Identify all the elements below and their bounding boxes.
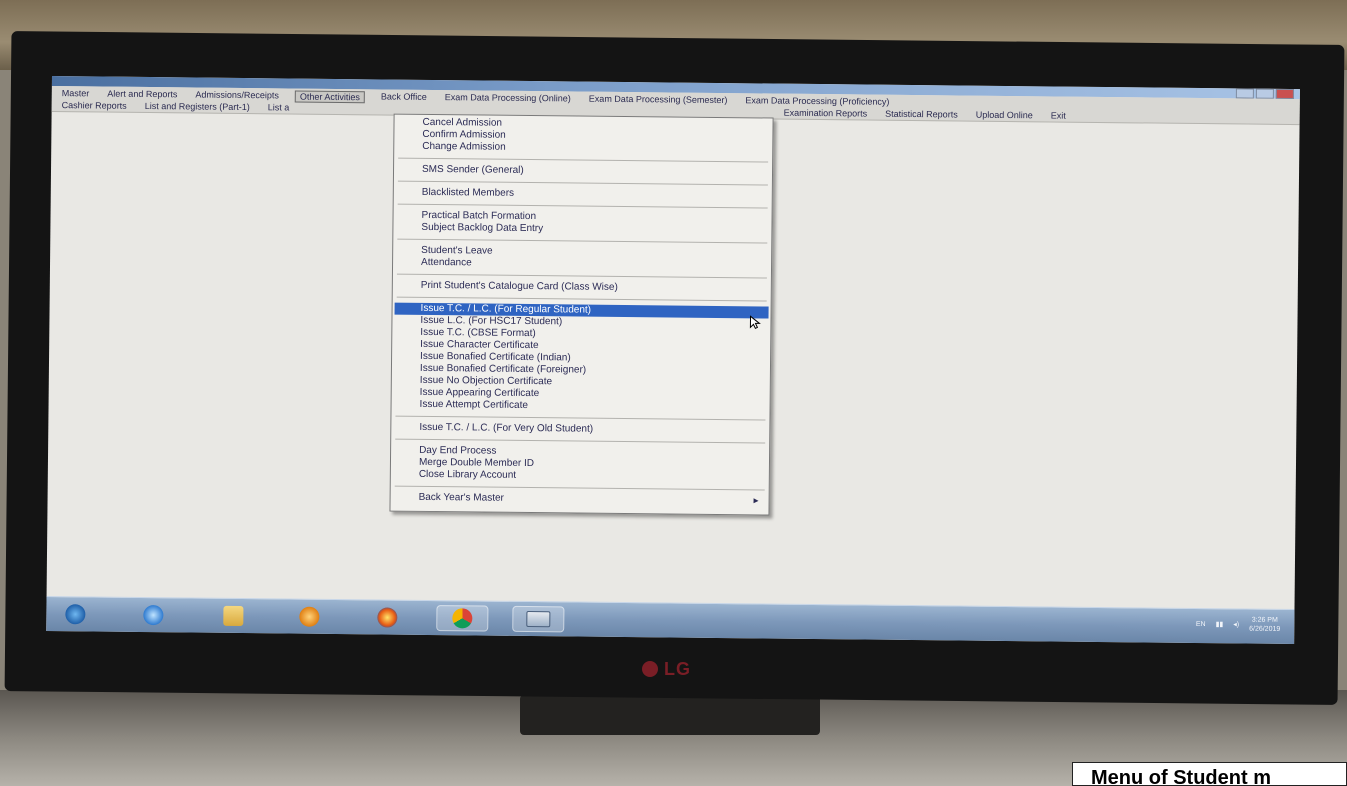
menu-upload-online[interactable]: Upload Online — [974, 110, 1035, 121]
window-controls — [1235, 88, 1294, 100]
brand-text: LG — [664, 658, 691, 679]
clock[interactable]: 3:26 PM 6/26/2019 — [1249, 616, 1280, 634]
folder-icon[interactable] — [218, 603, 248, 629]
back-years-master-label: Back Year's Master — [418, 491, 504, 504]
menu-cashier-reports[interactable]: Cashier Reports — [60, 100, 129, 111]
other-activities-dropdown: Cancel Admission Confirm Admission Chang… — [389, 113, 774, 516]
menu-back-office[interactable]: Back Office — [379, 91, 429, 104]
menu-list-registers[interactable]: List and Registers (Part-1) — [143, 101, 252, 112]
submenu-arrow-icon: ▸ — [753, 495, 759, 507]
menu-statistical-reports[interactable]: Statistical Reports — [883, 109, 960, 120]
menu-row-2: Cashier Reports List and Registers (Part… — [60, 100, 292, 112]
menu-row-2-right: Examination Reports Statistical Reports … — [782, 108, 1068, 121]
menu-exam-semester[interactable]: Exam Data Processing (Semester) — [587, 94, 730, 107]
system-tray: EN ▮▮ ◂) 3:26 PM 6/26/2019 — [1196, 615, 1281, 634]
menu-list-a[interactable]: List a — [266, 102, 292, 112]
volume-icon[interactable]: ◂) — [1233, 620, 1239, 628]
minimize-button[interactable] — [1235, 88, 1254, 99]
clock-time: 3:26 PM — [1251, 616, 1278, 624]
screen: Master Alert and Reports Admissions/Rece… — [46, 76, 1300, 645]
menu-item-back-years-master[interactable]: Back Year's Master ▸ — [393, 492, 767, 508]
menu-item-sms-sender[interactable]: SMS Sender (General) — [396, 164, 770, 180]
chrome-icon[interactable] — [436, 605, 489, 632]
start-orb-icon[interactable] — [60, 601, 90, 627]
mouse-cursor-icon — [749, 315, 761, 330]
menu-examination-reports[interactable]: Examination Reports — [782, 108, 870, 119]
menu-separator — [396, 273, 767, 279]
menu-item-subject-backlog[interactable]: Subject Backlog Data Entry — [395, 222, 769, 238]
image-caption: Menu of Student m — [1072, 762, 1347, 786]
maximize-button[interactable] — [1255, 88, 1274, 99]
monitor-brand-logo: LG — [642, 656, 722, 682]
menu-master[interactable]: Master — [60, 88, 92, 100]
menu-admissions-receipts[interactable]: Admissions/Receipts — [193, 89, 281, 102]
monitor-stand — [520, 695, 820, 735]
clock-date: 6/26/2019 — [1249, 625, 1281, 633]
close-button[interactable] — [1275, 88, 1294, 100]
menu-exam-proficiency[interactable]: Exam Data Processing (Proficiency) — [743, 95, 891, 109]
menu-item-change-admission[interactable]: Change Admission — [396, 141, 770, 157]
network-icon[interactable]: ▮▮ — [1216, 620, 1224, 628]
menu-other-activities[interactable]: Other Activities — [294, 90, 365, 104]
language-indicator[interactable]: EN — [1196, 621, 1206, 628]
menu-item-attempt-certificate[interactable]: Issue Attempt Certificate — [394, 399, 768, 415]
menu-item-issue-tc-old[interactable]: Issue T.C. / L.C. (For Very Old Student) — [393, 422, 767, 438]
menu-separator — [397, 238, 768, 244]
menu-separator — [395, 415, 766, 421]
menu-separator — [397, 180, 768, 186]
menu-alert-and-reports[interactable]: Alert and Reports — [105, 89, 179, 102]
menu-separator — [394, 485, 765, 491]
internet-explorer-icon[interactable] — [138, 602, 168, 628]
app-window-icon[interactable] — [512, 605, 565, 633]
menu-separator — [398, 157, 769, 163]
menu-item-blacklisted-members[interactable]: Blacklisted Members — [396, 187, 770, 203]
menu-item-close-library[interactable]: Close Library Account — [393, 469, 767, 485]
menu-separator — [397, 203, 768, 209]
menu-exit[interactable]: Exit — [1049, 110, 1068, 120]
menu-separator — [396, 296, 767, 302]
lg-logo-icon — [642, 661, 658, 677]
menu-exam-online[interactable]: Exam Data Processing (Online) — [443, 92, 573, 105]
menu-item-catalogue-card[interactable]: Print Student's Catalogue Card (Class Wi… — [395, 280, 769, 296]
menu-separator — [395, 438, 766, 444]
media-player-icon[interactable] — [294, 604, 324, 630]
firefox-icon[interactable] — [372, 604, 402, 630]
menu-item-attendance[interactable]: Attendance — [395, 257, 769, 273]
